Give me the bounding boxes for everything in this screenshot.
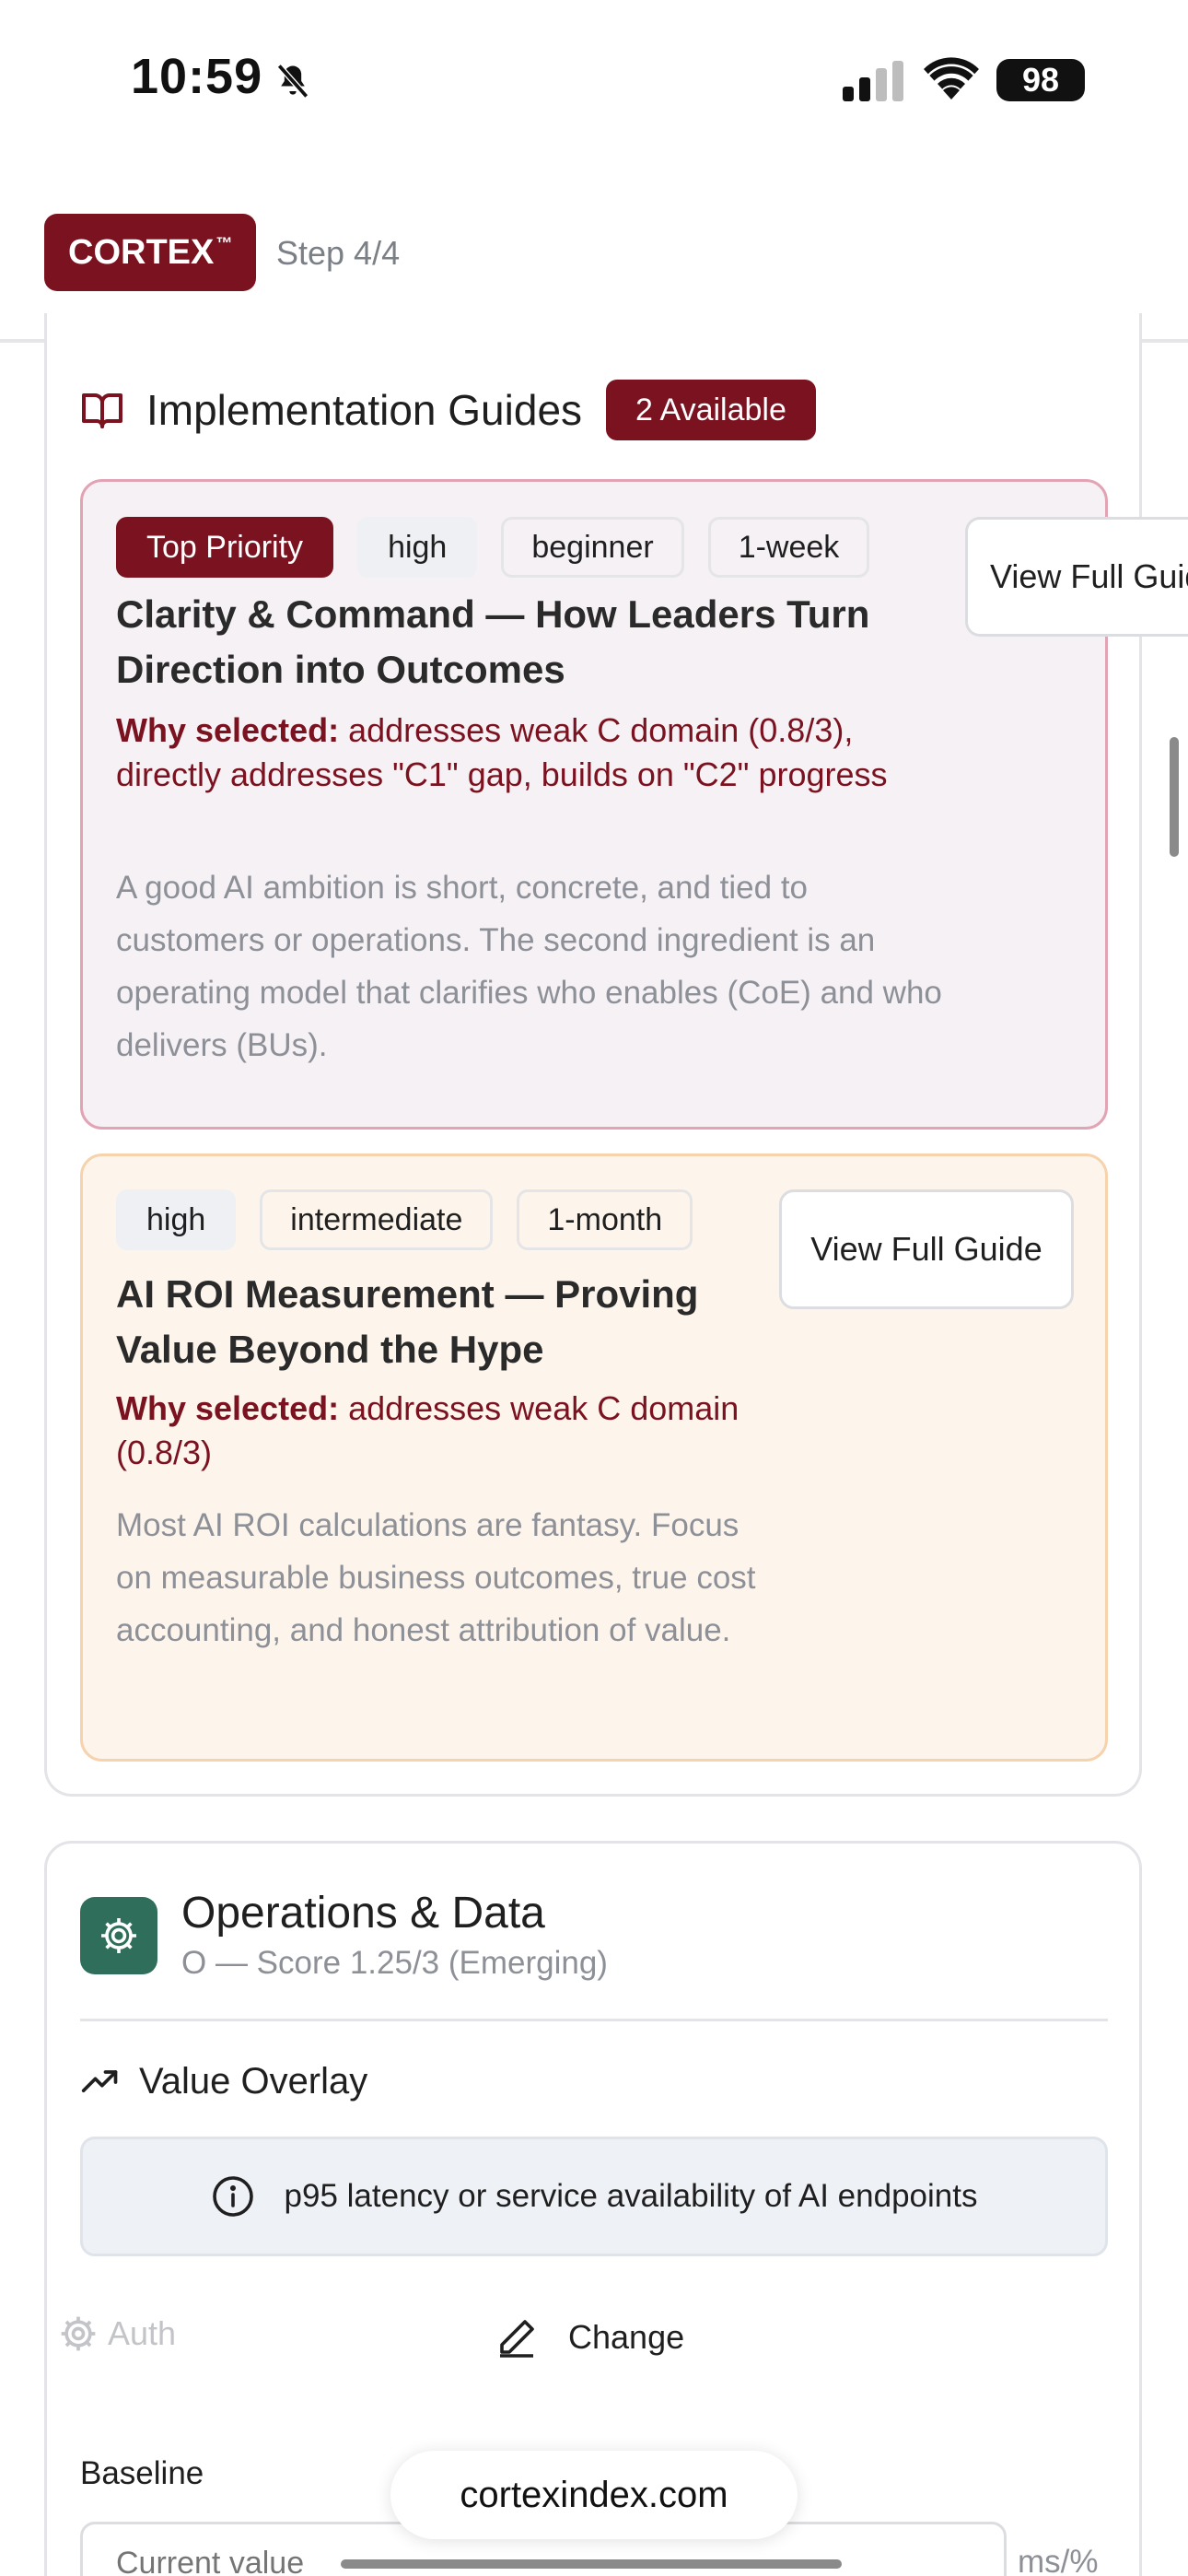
guide-tags: high intermediate 1-month	[116, 1189, 716, 1250]
guide-card-clarity-command[interactable]: Top Priority high beginner 1-week Clarit…	[80, 479, 1188, 1130]
trend-up-icon	[81, 2069, 118, 2092]
battery-tip	[1079, 72, 1085, 88]
home-indicator[interactable]	[341, 2559, 842, 2569]
why-selected: Why selected: addresses weak C domain (0…	[116, 1387, 779, 1475]
why-selected-label: Why selected:	[116, 711, 340, 749]
divider	[80, 2019, 1108, 2021]
pencil-icon	[500, 2320, 534, 2358]
guide-description: A good AI ambition is short, concrete, a…	[116, 870, 942, 1063]
baseline-label: Baseline	[80, 2455, 204, 2491]
difficulty-tag: beginner	[501, 517, 684, 578]
change-button[interactable]: Change	[495, 2315, 684, 2359]
top-priority-badge: Top Priority	[116, 517, 334, 578]
gear-icon	[80, 1897, 157, 1974]
battery-indicator: 98	[996, 59, 1085, 101]
why-selected: Why selected: addresses weak C domain (0…	[116, 708, 945, 797]
cortex-logo[interactable]: CORTEX ™	[44, 214, 257, 291]
duration-tag: 1-week	[707, 517, 870, 578]
guide-title: AI ROI Measurement — Proving Value Beyon…	[116, 1272, 699, 1371]
metric-info-box: p95 latency or service availability of A…	[80, 2137, 1108, 2256]
guide-description: Most AI ROI calculations are fantasy. Fo…	[116, 1507, 756, 1648]
priority-tag: high	[116, 1189, 237, 1250]
bell-slash-icon	[276, 64, 309, 99]
wifi-icon	[924, 57, 979, 100]
value-overlay-header: Value Overlay	[80, 2061, 367, 2102]
view-full-guide-button[interactable]: View Full Guide	[965, 517, 1188, 637]
logo-trademark: ™	[215, 233, 233, 252]
available-badge: 2 Available	[606, 380, 816, 440]
guide-title: Clarity & Command — How Leaders Turn Dir…	[116, 592, 870, 691]
auth-label: Auth	[58, 2313, 176, 2354]
auth-gear-icon	[61, 2316, 96, 2351]
status-time: 10:59	[131, 49, 263, 104]
step-indicator: Step 4/4	[276, 234, 401, 272]
duration-tag: 1-month	[517, 1189, 693, 1250]
difficulty-tag: intermediate	[260, 1189, 494, 1250]
why-selected-label: Why selected:	[116, 1389, 340, 1427]
ops-score: O — Score 1.25/3 (Emerging)	[181, 1945, 608, 1981]
value-overlay-title: Value Overlay	[139, 2061, 368, 2102]
browser-url-bar[interactable]: cortexindex.com	[390, 2451, 798, 2539]
auth-text: Auth	[108, 2314, 177, 2352]
book-icon	[82, 393, 122, 428]
change-label: Change	[568, 2318, 685, 2356]
status-bar: 10:59 98	[0, 0, 1188, 157]
logo-text: CORTEX	[68, 232, 215, 272]
ops-title: Operations & Data	[181, 1889, 545, 1938]
guide-card-ai-roi[interactable]: high intermediate 1-month AI ROI Measure…	[80, 1153, 1108, 1762]
unit-label: ms/%	[1018, 2544, 1099, 2576]
priority-tag: high	[357, 517, 478, 578]
guides-header: Implementation Guides 2 Available	[80, 380, 816, 440]
section-title: Implementation Guides	[146, 386, 583, 434]
implementation-guides-card: Implementation Guides 2 Available Top Pr…	[44, 313, 1188, 1797]
guide-tags: Top Priority high beginner 1-week	[116, 517, 893, 578]
scrollbar[interactable]	[1170, 737, 1179, 857]
view-full-guide-button[interactable]: View Full Guide	[779, 1189, 1074, 1309]
info-icon	[212, 2176, 253, 2217]
signal-icon	[843, 61, 903, 101]
metric-description: p95 latency or service availability of A…	[284, 2178, 978, 2214]
